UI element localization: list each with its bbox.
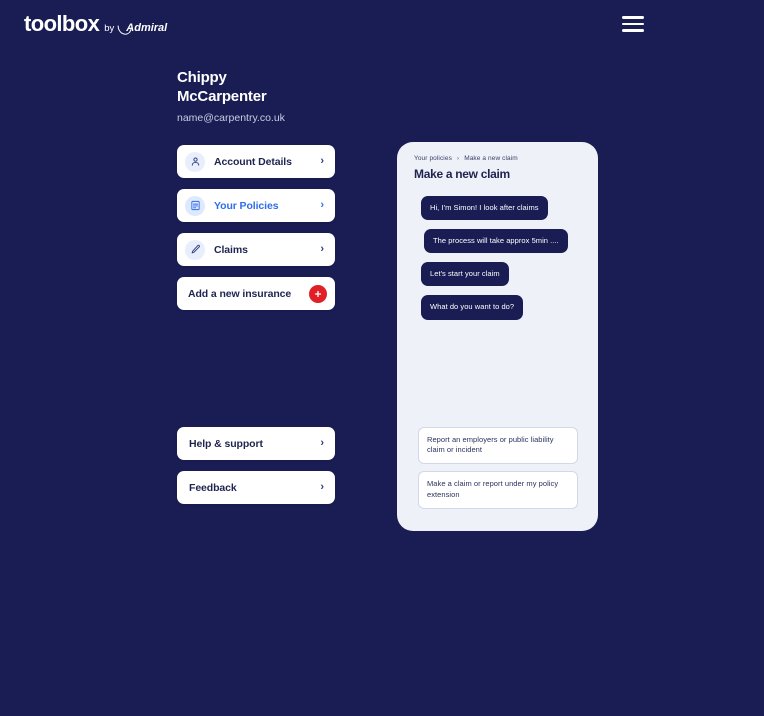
sidebar-item-help-support[interactable]: Help & support › <box>177 427 335 460</box>
hamburger-menu-icon[interactable] <box>622 16 644 32</box>
sidebar-item-label: Feedback <box>189 481 237 494</box>
chevron-right-icon: › <box>320 155 324 167</box>
app-root: toolbox by Admiral Chippy McCarpenter na… <box>0 0 764 716</box>
chat-bubble: Let's start your claim <box>421 262 509 287</box>
chevron-right-icon: › <box>456 155 460 162</box>
logo-admiral-label: Admiral <box>126 22 168 34</box>
logo-admiral-text: Admiral <box>115 17 168 38</box>
document-icon <box>185 195 205 216</box>
user-icon <box>185 151 205 172</box>
sidebar-item-account-details[interactable]: Account Details › <box>177 145 335 178</box>
chevron-right-icon: › <box>320 481 324 493</box>
option-policy-extension-claim[interactable]: Make a claim or report under my policy e… <box>418 471 578 509</box>
sidebar-item-feedback[interactable]: Feedback › <box>177 471 335 504</box>
chevron-right-icon: › <box>320 437 324 449</box>
profile-name: Chippy McCarpenter <box>177 69 267 106</box>
admiral-swoosh-icon <box>115 17 135 38</box>
chat-message-row: The process will take approx 5min .... <box>397 229 598 262</box>
chat-message-row: Let's start your claim <box>397 262 598 295</box>
option-report-liability-claim[interactable]: Report an employers or public liability … <box>418 426 578 465</box>
claim-options-list: Report an employers or public liability … <box>418 426 578 509</box>
sidebar-item-label: Claims <box>214 243 248 256</box>
sidebar-item-label: Your Policies <box>214 199 279 212</box>
menu-bar-3 <box>622 29 644 32</box>
sidebar-item-label: Help & support <box>189 437 263 450</box>
sidebar-item-your-policies[interactable]: Your Policies › <box>177 189 335 222</box>
logo-by-text: by <box>104 23 115 34</box>
page-title: Make a new claim <box>414 167 510 181</box>
brand-logo[interactable]: toolbox by Admiral <box>24 11 168 38</box>
profile-block: Chippy McCarpenter name@carpentry.co.uk <box>177 68 407 125</box>
chevron-right-icon: › <box>320 199 324 211</box>
add-new-insurance-label: Add a new insurance <box>188 287 292 300</box>
menu-bar-2 <box>622 22 644 26</box>
header: toolbox by Admiral <box>0 0 764 52</box>
sidebar-item-claims[interactable]: Claims › <box>177 233 335 266</box>
chevron-right-icon: › <box>320 243 324 255</box>
sidebar-item-label: Account Details <box>214 155 292 168</box>
claim-chat-panel: Your policies › Make a new claim Make a … <box>397 142 598 531</box>
chat-bubble: What do you want to do? <box>421 295 524 320</box>
plus-circle-icon <box>309 284 327 303</box>
breadcrumb: Your policies › Make a new claim <box>414 155 518 162</box>
chat-bubble: Hi, I'm Simon! I look after claims <box>421 196 548 221</box>
sidebar-nav: Account Details › Your Policies › Claims… <box>177 145 335 310</box>
add-new-insurance-button[interactable]: Add a new insurance <box>177 277 335 310</box>
breadcrumb-parent[interactable]: Your policies <box>414 155 452 162</box>
chat-message-row: What do you want to do? <box>397 295 598 328</box>
sidebar-secondary-nav: Help & support › Feedback › <box>177 427 335 515</box>
menu-bar-1 <box>622 16 644 19</box>
logo-wordmark: toolbox <box>24 11 100 36</box>
chat-message-row: Hi, I'm Simon! I look after claims <box>397 196 598 229</box>
chat-bubble: The process will take approx 5min .... <box>424 229 568 254</box>
chat-message-list: Hi, I'm Simon! I look after claims The p… <box>397 196 598 329</box>
pencil-icon <box>185 239 205 260</box>
breadcrumb-current: Make a new claim <box>464 155 518 162</box>
profile-email: name@carpentry.co.uk <box>177 112 285 125</box>
